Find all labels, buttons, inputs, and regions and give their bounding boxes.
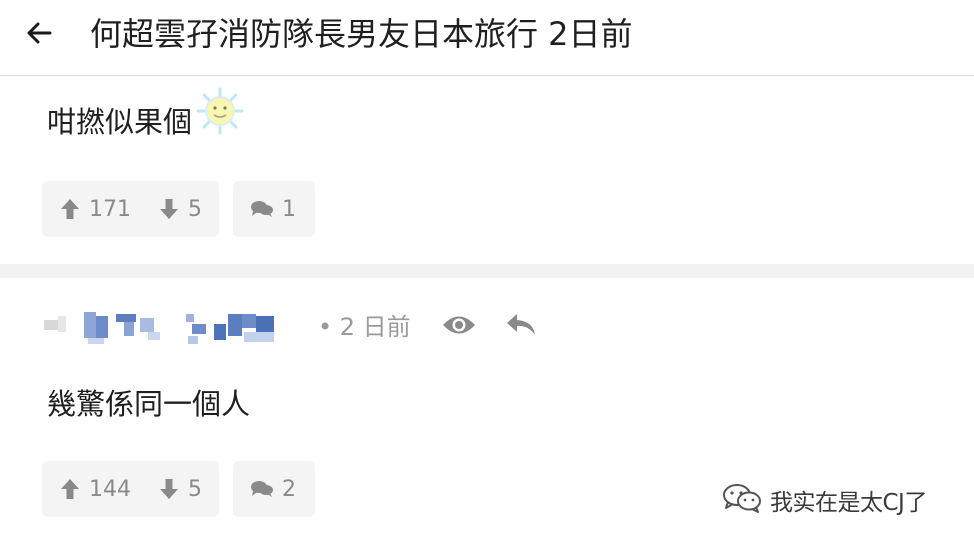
comment-divider — [0, 264, 974, 278]
comment-body: 咁撚似果個 — [47, 87, 244, 143]
top-bar: 何超雲孖消防隊長男友日本旅行 2日前 — [0, 0, 974, 76]
upvote-count: 171 — [89, 196, 131, 222]
reply-button[interactable] — [504, 312, 538, 342]
upvote-button[interactable]: 171 — [60, 197, 131, 222]
replies-button[interactable]: 1 — [233, 181, 315, 237]
arrow-up-icon — [60, 478, 80, 500]
upvote-count: 144 — [89, 476, 131, 502]
view-button[interactable] — [442, 312, 476, 342]
replies-button[interactable]: 2 — [233, 461, 315, 517]
downvote-count: 5 — [188, 196, 202, 222]
comment-meta: • 2 日前 — [0, 300, 974, 356]
sun-face-emoji-icon — [196, 87, 244, 143]
arrow-left-icon — [26, 22, 52, 48]
watermark: 我实在是太CJ了 — [722, 482, 927, 518]
downvote-button[interactable]: 5 — [159, 477, 202, 502]
replies-count: 1 — [282, 196, 296, 222]
comment-text: 幾驚係同一個人 — [47, 387, 251, 421]
arrow-up-icon — [60, 198, 80, 220]
arrow-down-icon — [159, 198, 179, 220]
watermark-text: 我实在是太CJ了 — [770, 490, 927, 516]
comment-text: 咁撚似果個 — [47, 105, 193, 139]
comment-time: • 2 日前 — [318, 313, 411, 341]
eye-icon — [442, 314, 476, 340]
thread-title: 何超雲孖消防隊長男友日本旅行 2日前 — [90, 15, 633, 53]
downvote-count: 5 — [188, 476, 202, 502]
replies-chip: 1 — [250, 197, 296, 222]
vote-chip: 171 5 — [42, 181, 219, 237]
downvote-button[interactable]: 5 — [159, 197, 202, 222]
reply-arrow-icon — [506, 313, 536, 341]
username-pixelated — [44, 312, 280, 344]
replies-count: 2 — [282, 476, 296, 502]
comments-icon — [250, 199, 274, 219]
comments-icon — [250, 479, 274, 499]
replies-chip: 2 — [250, 477, 296, 502]
arrow-down-icon — [159, 478, 179, 500]
vote-chip: 144 5 — [42, 461, 219, 517]
wechat-icon — [722, 483, 762, 517]
back-button[interactable] — [22, 18, 56, 52]
upvote-button[interactable]: 144 — [60, 477, 131, 502]
